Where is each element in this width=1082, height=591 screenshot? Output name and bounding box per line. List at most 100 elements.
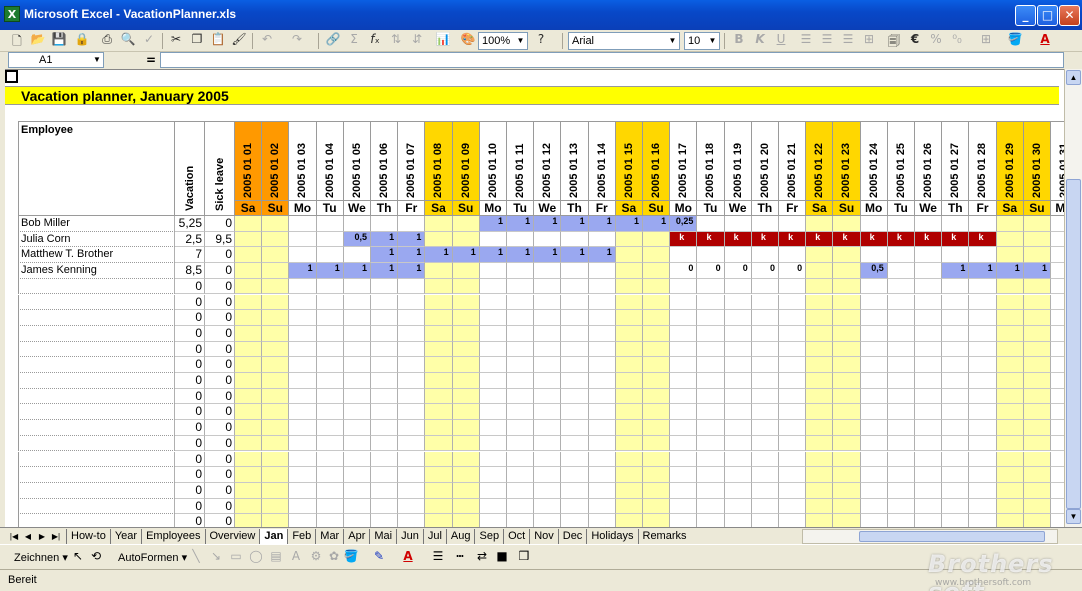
sick-days-cell[interactable]: 0 <box>205 420 235 436</box>
day-cell[interactable] <box>561 310 589 326</box>
day-cell[interactable] <box>806 216 834 232</box>
wordart-icon[interactable]: A <box>288 549 304 565</box>
day-cell[interactable] <box>588 404 616 421</box>
day-cell[interactable] <box>1051 294 1064 311</box>
day-cell[interactable] <box>561 388 589 405</box>
vertical-scrollbar[interactable]: ▲ ▼ <box>1064 69 1082 527</box>
day-cell[interactable] <box>779 514 807 527</box>
day-cell[interactable] <box>724 310 752 326</box>
day-cell[interactable] <box>588 278 616 295</box>
day-cell[interactable] <box>343 451 371 468</box>
day-cell[interactable] <box>289 420 317 436</box>
day-cell[interactable] <box>262 247 290 264</box>
day-cell[interactable] <box>262 263 290 279</box>
day-cell[interactable] <box>751 294 779 311</box>
sort-ascending-icon[interactable]: ⇅ <box>387 32 405 50</box>
sheet-tab-remarks[interactable]: Remarks <box>637 529 691 544</box>
sick-days-cell[interactable]: 0 <box>205 278 235 295</box>
day-cell[interactable] <box>806 263 834 279</box>
vacation-days-cell[interactable]: 0 <box>175 357 205 373</box>
sick-days-cell[interactable]: 0 <box>205 216 235 232</box>
day-cell[interactable] <box>343 294 371 311</box>
day-cell[interactable] <box>1023 404 1051 421</box>
employee-name-cell[interactable] <box>18 451 175 468</box>
formula-input[interactable] <box>160 52 1064 68</box>
day-cell[interactable] <box>507 435 535 452</box>
day-cell[interactable] <box>996 435 1024 452</box>
sick-days-cell[interactable]: 0 <box>205 435 235 452</box>
day-cell[interactable] <box>479 341 507 358</box>
sheet-tab-how-to[interactable]: How-to <box>66 529 110 544</box>
day-cell[interactable] <box>235 498 263 515</box>
employee-name-cell[interactable] <box>18 373 175 389</box>
day-cell[interactable] <box>779 373 807 389</box>
day-cell[interactable] <box>643 404 671 421</box>
day-cell[interactable] <box>1023 231 1051 248</box>
day-cell[interactable] <box>343 247 371 264</box>
day-cell[interactable] <box>833 278 861 295</box>
day-cell[interactable] <box>615 467 643 483</box>
day-cell[interactable] <box>289 341 317 358</box>
day-cell[interactable] <box>289 388 317 405</box>
day-cell[interactable] <box>860 357 888 373</box>
day-cell[interactable] <box>289 231 317 248</box>
day-cell[interactable] <box>833 498 861 515</box>
day-cell[interactable] <box>235 388 263 405</box>
day-cell[interactable] <box>235 278 263 295</box>
day-cell[interactable] <box>751 373 779 389</box>
day-cell[interactable] <box>751 325 779 342</box>
day-cell[interactable] <box>262 357 290 373</box>
day-cell[interactable] <box>860 310 888 326</box>
day-cell[interactable] <box>316 435 344 452</box>
day-cell[interactable] <box>915 498 943 515</box>
day-cell[interactable] <box>371 482 399 499</box>
day-cell[interactable] <box>969 247 997 264</box>
day-cell[interactable] <box>806 498 834 515</box>
day-cell[interactable] <box>860 451 888 468</box>
day-cell[interactable] <box>779 404 807 421</box>
day-cell[interactable] <box>343 388 371 405</box>
day-cell[interactable]: 0 <box>697 263 725 279</box>
day-cell[interactable]: 1 <box>398 231 426 248</box>
day-cell[interactable] <box>534 514 562 527</box>
hyperlink-icon[interactable]: 🔗 <box>324 32 342 50</box>
day-cell[interactable] <box>996 388 1024 405</box>
day-cell[interactable] <box>561 357 589 373</box>
day-cell[interactable] <box>915 388 943 405</box>
day-cell[interactable] <box>398 435 426 452</box>
open-folder-icon[interactable]: 📂 <box>29 32 47 50</box>
day-cell[interactable] <box>235 247 263 264</box>
sheet-tab-overview[interactable]: Overview <box>204 529 260 544</box>
vacation-days-cell[interactable]: 0 <box>175 404 205 421</box>
day-cell[interactable] <box>561 325 589 342</box>
shadow-style-icon[interactable]: ■ <box>494 549 510 565</box>
day-cell[interactable] <box>697 294 725 311</box>
print-icon[interactable]: ⎙ <box>98 32 116 50</box>
day-cell[interactable] <box>316 294 344 311</box>
day-cell[interactable] <box>262 310 290 326</box>
day-cell[interactable] <box>724 404 752 421</box>
day-cell[interactable] <box>452 341 480 358</box>
day-cell[interactable] <box>724 467 752 483</box>
day-cell[interactable] <box>697 278 725 295</box>
day-cell[interactable] <box>262 420 290 436</box>
day-cell[interactable] <box>806 514 834 527</box>
day-cell[interactable] <box>833 404 861 421</box>
day-cell[interactable] <box>343 325 371 342</box>
employee-name-cell[interactable]: Matthew T. Brother <box>18 247 175 264</box>
day-cell[interactable] <box>588 498 616 515</box>
line-style-icon[interactable]: ☰ <box>430 549 446 565</box>
draw-menu-button[interactable]: Zeichnen ▾ <box>14 551 68 564</box>
day-cell[interactable]: 0,5 <box>860 263 888 279</box>
day-cell[interactable] <box>1051 310 1064 326</box>
sick-days-cell[interactable]: 0 <box>205 357 235 373</box>
day-cell[interactable] <box>561 294 589 311</box>
sheet-tab-feb[interactable]: Feb <box>287 529 315 544</box>
day-cell[interactable] <box>479 373 507 389</box>
day-cell[interactable] <box>479 294 507 311</box>
day-cell[interactable] <box>588 357 616 373</box>
last-sheet-icon[interactable]: ▶| <box>50 530 62 543</box>
employee-name-cell[interactable] <box>18 404 175 421</box>
day-cell[interactable] <box>398 310 426 326</box>
day-cell[interactable] <box>915 404 943 421</box>
